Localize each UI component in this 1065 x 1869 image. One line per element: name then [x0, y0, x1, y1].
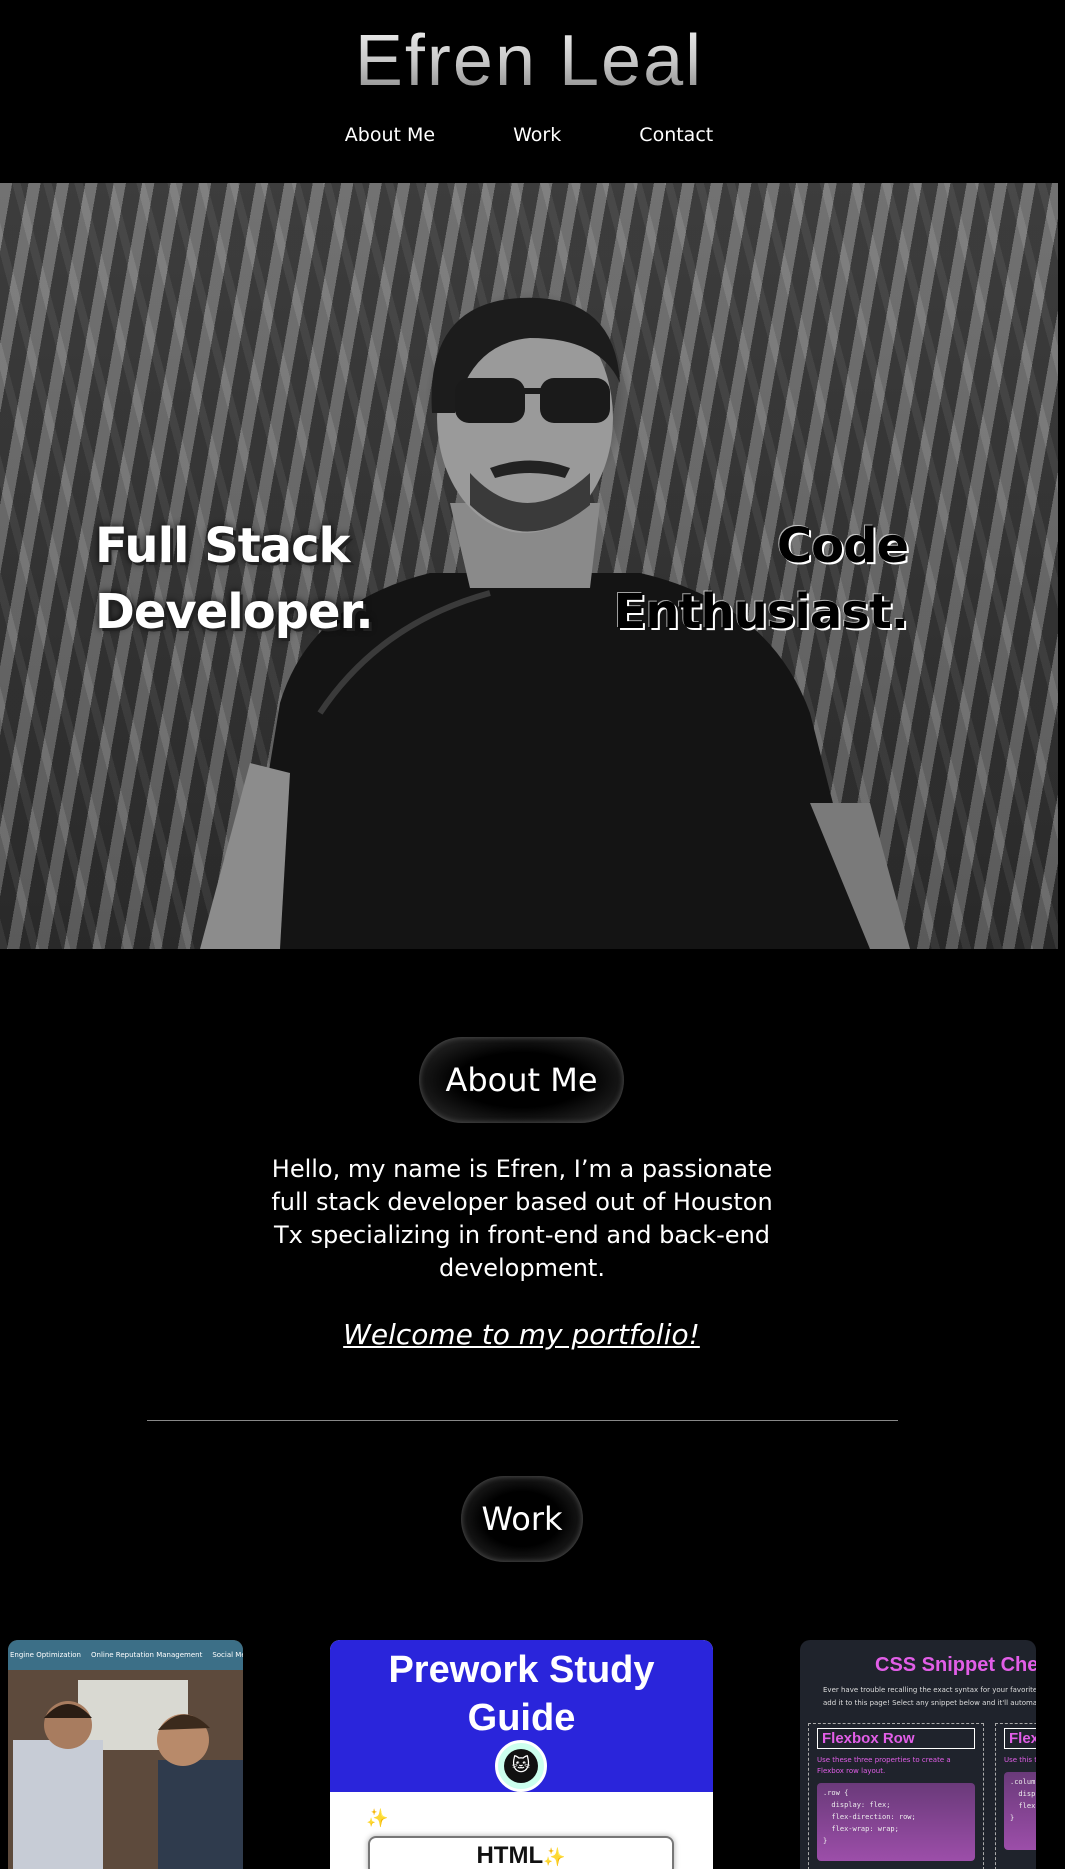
- about-me-text: Hello, my name is Efren, I’m a passionat…: [271, 1155, 773, 1282]
- snippet-desc: Use this t: [1004, 1756, 1036, 1764]
- section-label: HTML: [476, 1842, 544, 1869]
- card-nav-item: Engine Optimization: [10, 1651, 81, 1659]
- sparkle-icon: ✨: [366, 1808, 389, 1829]
- hero-tagline-right: Code Enthusiast.: [613, 513, 909, 645]
- hero-photo: Full Stack Developer. Code Enthusiast.: [0, 183, 1058, 949]
- main-nav: About Me Work Contact: [0, 124, 1058, 146]
- snippet-panel-flex: Flex Use this t .colum disp flex }: [995, 1723, 1036, 1869]
- card-title: CSS Snippet Chea: [875, 1654, 1036, 1676]
- project-card-css-snippets[interactable]: CSS Snippet Chea Ever have trouble recal…: [800, 1640, 1036, 1869]
- snippet-desc: Use these three properties to create a F…: [817, 1756, 951, 1775]
- card-subtitle-line: add it to this page! Select any snippet …: [823, 1699, 1036, 1707]
- project-card-prework[interactable]: Prework Study Guide 🐱 ✨ HTML✨: [330, 1640, 713, 1869]
- hero-tagline-left: Full Stack Developer.: [95, 513, 374, 645]
- section-divider: [147, 1420, 898, 1421]
- cat-icon: 🐱: [504, 1749, 538, 1783]
- snippet-title: Flex: [1004, 1728, 1036, 1749]
- card-header: Prework Study Guide 🐱: [330, 1640, 713, 1792]
- card-nav-item: Online Reputation Management: [91, 1651, 203, 1659]
- snippet-title: Flexbox Row: [817, 1728, 975, 1749]
- team-photo: [8, 1670, 243, 1869]
- site-header: Efren Leal About Me Work Contact: [0, 0, 1058, 183]
- hero-left-line2: Developer.: [95, 584, 374, 640]
- sparkle-icon: ✨: [543, 1847, 566, 1867]
- hero-right-line2: Enthusiast.: [613, 584, 909, 640]
- avatar: 🐱: [495, 1740, 547, 1792]
- nav-contact[interactable]: Contact: [639, 124, 713, 146]
- site-title: Efren Leal: [0, 20, 1058, 102]
- welcome-text: Welcome to my portfolio!: [343, 1318, 700, 1351]
- nav-about-me[interactable]: About Me: [345, 124, 435, 146]
- snippet-code: .colum disp flex }: [1004, 1772, 1036, 1850]
- card-title: Prework Study Guide: [388, 1649, 655, 1739]
- card-nav-bar: Engine Optimization Online Reputation Man…: [8, 1640, 243, 1670]
- nav-work[interactable]: Work: [513, 124, 561, 146]
- snippet-code: .row { display: flex; flex-direction: ro…: [817, 1783, 975, 1861]
- project-card-marketing[interactable]: Engine Optimization Online Reputation Man…: [8, 1640, 243, 1869]
- card-subtitle-line: Ever have trouble recalling the exact sy…: [823, 1686, 1036, 1694]
- html-section-box: HTML✨: [368, 1836, 674, 1869]
- hero-left-line1: Full Stack: [95, 518, 350, 574]
- about-me-heading: About Me: [419, 1037, 624, 1123]
- page-scrollbar[interactable]: [1058, 0, 1065, 1869]
- hero-right-line1: Code: [776, 518, 909, 574]
- card-subtitle: Ever have trouble recalling the exact sy…: [823, 1684, 1036, 1710]
- snippet-panel-flexbox-row: Flexbox Row Use these three properties t…: [808, 1723, 984, 1869]
- card-nav-item: Social Media Marketing: [212, 1651, 243, 1659]
- work-heading: Work: [461, 1476, 583, 1562]
